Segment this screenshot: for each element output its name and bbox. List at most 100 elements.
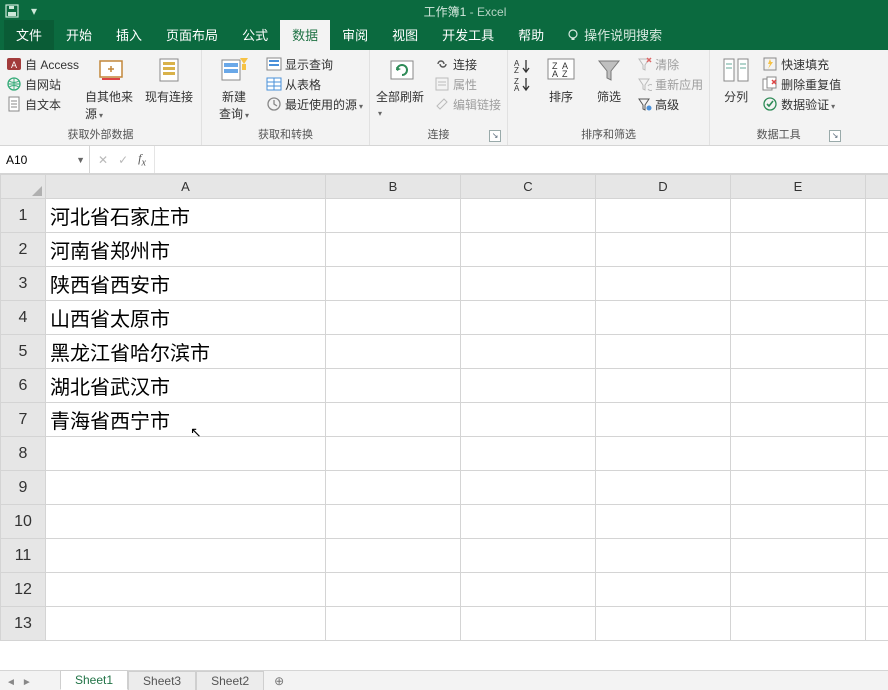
add-sheet-button[interactable]: ⊕ [264, 672, 294, 690]
cell[interactable] [596, 607, 731, 641]
row-header[interactable]: 1 [1, 199, 46, 233]
col-header-B[interactable]: B [326, 175, 461, 199]
from-text-button[interactable]: 自文本 [6, 94, 79, 114]
cell[interactable]: 河北省石家庄市 [46, 199, 326, 233]
tab-insert[interactable]: 插入 [104, 20, 154, 50]
formula-bar-input[interactable] [155, 146, 888, 173]
tab-formulas[interactable]: 公式 [230, 20, 280, 50]
cell[interactable] [326, 267, 461, 301]
cell[interactable] [596, 573, 731, 607]
cell[interactable] [866, 267, 888, 301]
new-query-button[interactable]: 新建 查询 [208, 54, 260, 122]
cell[interactable] [461, 505, 596, 539]
cell[interactable]: 黑龙江省哈尔滨市 [46, 335, 326, 369]
row-header[interactable]: 11 [1, 539, 46, 573]
name-box[interactable]: A10 ▼ [0, 146, 90, 173]
cell[interactable] [731, 505, 866, 539]
col-header-C[interactable]: C [461, 175, 596, 199]
tab-data[interactable]: 数据 [280, 20, 330, 50]
cell[interactable] [731, 199, 866, 233]
cell[interactable] [326, 539, 461, 573]
row-header[interactable]: 12 [1, 573, 46, 607]
cell[interactable] [866, 505, 888, 539]
cell[interactable] [866, 539, 888, 573]
tab-help[interactable]: 帮助 [506, 20, 556, 50]
cell[interactable] [326, 573, 461, 607]
sheet-tab-3[interactable]: Sheet2 [196, 671, 264, 690]
cell[interactable] [461, 199, 596, 233]
cell[interactable] [461, 369, 596, 403]
cell[interactable] [731, 607, 866, 641]
tab-review[interactable]: 审阅 [330, 20, 380, 50]
cell[interactable] [596, 267, 731, 301]
row-header[interactable]: 13 [1, 607, 46, 641]
cell[interactable] [731, 335, 866, 369]
cell[interactable] [866, 573, 888, 607]
worksheet-grid[interactable]: A B C D E 1河北省石家庄市 2河南省郑州市 3陕西省西安市 4山西省太… [0, 174, 888, 670]
cell[interactable] [326, 233, 461, 267]
cell[interactable] [866, 369, 888, 403]
cell[interactable]: 陕西省西安市 [46, 267, 326, 301]
from-other-sources-button[interactable]: 自其他来源 [85, 54, 137, 122]
col-header-D[interactable]: D [596, 175, 731, 199]
cell[interactable] [731, 573, 866, 607]
cell[interactable] [46, 437, 326, 471]
cell[interactable] [596, 335, 731, 369]
cell[interactable] [731, 471, 866, 505]
remove-duplicates-button[interactable]: 删除重复值 [762, 74, 841, 94]
cell[interactable] [866, 471, 888, 505]
row-header[interactable]: 7 [1, 403, 46, 437]
sheet-tab-1[interactable]: Sheet1 [60, 670, 128, 690]
cell[interactable] [46, 573, 326, 607]
cell[interactable] [326, 471, 461, 505]
cell[interactable] [326, 199, 461, 233]
cell[interactable] [866, 437, 888, 471]
cell[interactable] [596, 437, 731, 471]
col-header-E[interactable]: E [731, 175, 866, 199]
col-header-F[interactable] [866, 175, 888, 199]
from-web-button[interactable]: 自网站 [6, 74, 79, 94]
cell[interactable] [461, 573, 596, 607]
cell[interactable] [731, 267, 866, 301]
row-header[interactable]: 6 [1, 369, 46, 403]
row-header[interactable]: 9 [1, 471, 46, 505]
refresh-all-button[interactable]: 全部刷新 [376, 54, 428, 119]
dialog-launcher-icon[interactable]: ↘ [489, 130, 501, 142]
cell[interactable] [46, 471, 326, 505]
cell[interactable] [731, 233, 866, 267]
cell[interactable] [326, 437, 461, 471]
connections-button[interactable]: 连接 [434, 54, 501, 74]
tab-file[interactable]: 文件 [4, 20, 54, 50]
cell[interactable] [866, 301, 888, 335]
fx-icon[interactable]: fx [138, 151, 146, 168]
cell[interactable] [461, 403, 596, 437]
tell-me-search[interactable]: 操作说明搜索 [566, 25, 662, 50]
cell[interactable] [866, 199, 888, 233]
cell[interactable]: 河南省郑州市 [46, 233, 326, 267]
cell[interactable] [461, 301, 596, 335]
cell[interactable] [461, 233, 596, 267]
cell[interactable] [326, 369, 461, 403]
flash-fill-button[interactable]: 快速填充 [762, 54, 841, 74]
cell[interactable] [461, 335, 596, 369]
tab-page-layout[interactable]: 页面布局 [154, 20, 230, 50]
cell[interactable]: 湖北省武汉市 [46, 369, 326, 403]
cell[interactable] [866, 403, 888, 437]
cell[interactable] [461, 437, 596, 471]
cell[interactable] [731, 369, 866, 403]
cell[interactable] [866, 607, 888, 641]
sort-desc-button[interactable]: ZA [514, 76, 534, 92]
tab-devtools[interactable]: 开发工具 [430, 20, 506, 50]
tab-home[interactable]: 开始 [54, 20, 104, 50]
sort-button[interactable]: ZAAZ 排序 [540, 54, 582, 105]
row-header[interactable]: 3 [1, 267, 46, 301]
cell[interactable] [46, 539, 326, 573]
chevron-down-icon[interactable]: ▼ [76, 155, 85, 165]
cell[interactable] [461, 539, 596, 573]
cell[interactable] [596, 539, 731, 573]
row-header[interactable]: 10 [1, 505, 46, 539]
text-to-columns-button[interactable]: 分列 [716, 54, 756, 105]
row-header[interactable]: 4 [1, 301, 46, 335]
cell[interactable] [596, 369, 731, 403]
data-validation-button[interactable]: 数据验证 [762, 94, 841, 114]
